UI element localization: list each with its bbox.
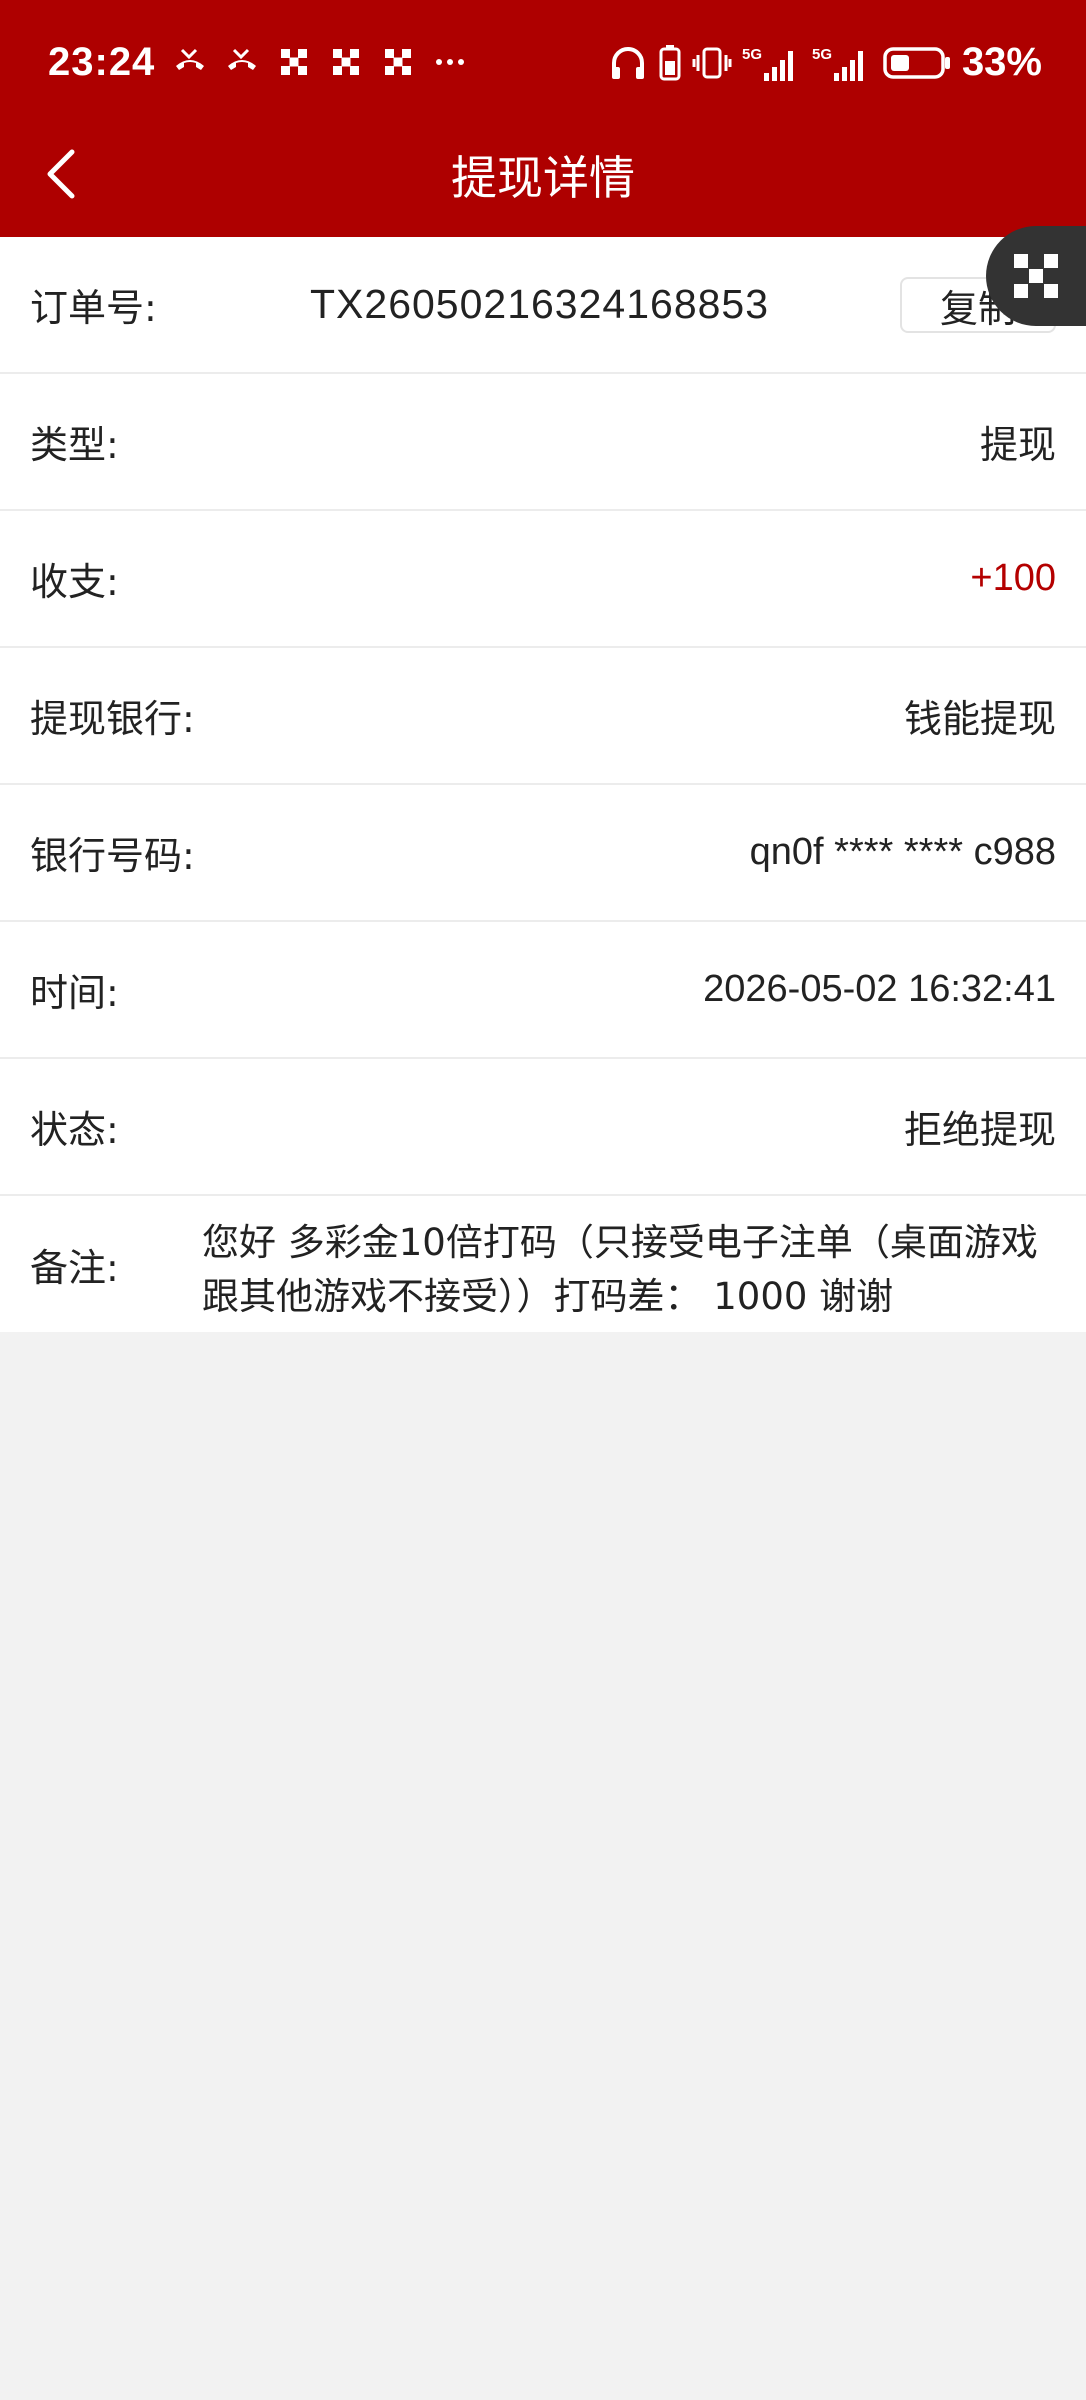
floating-qr-button[interactable] [986,226,1086,326]
qr-code-icon [1014,254,1058,298]
app-notification-icon [385,49,411,75]
app-notification-icon [281,49,307,75]
bank-number-row: 银行号码: qn0f **** **** c988 [0,785,1086,922]
remark-row: 备注: 您好 多彩金10倍打码（只接受电子注单（桌面游戏跟其他游戏不接受））打码… [0,1196,1086,1332]
signal-5g-icon: 5G [812,46,863,81]
page-title: 提现详情 [451,151,635,205]
bank-number-value: qn0f **** **** c988 [749,831,1056,873]
status-value: 拒绝提现 [903,1110,1056,1152]
amount-value: +100 [970,557,1056,599]
status-label: 状态: [30,1108,119,1152]
order-number-row: 订单号: TX26050216324168853 复制 [0,237,1086,374]
headphones-icon [611,46,644,79]
income-expense-row: 收支: +100 [0,511,1086,648]
small-battery-icon [659,44,681,80]
type-row: 类型: 提现 [0,374,1086,511]
order-number-label: 订单号: [30,286,157,330]
signal-5g-icon: 5G [742,46,793,81]
more-notifications-icon [436,59,464,65]
missed-call-icon [228,48,256,70]
app-header: 23:24 5G 5G 33% 提现详情 [0,0,1086,237]
battery-icon [883,46,950,79]
status-time: 23:24 [48,40,156,84]
status-row: 状态: 拒绝提现 [0,1059,1086,1196]
income-expense-label: 收支: [30,560,119,604]
time-row: 时间: 2026-05-02 16:32:41 [0,922,1086,1059]
app-notification-icon [333,49,359,75]
svg-text:5G: 5G [812,46,832,63]
time-value: 2026-05-02 16:32:41 [703,968,1056,1010]
order-number-value: TX26050216324168853 [310,281,770,327]
notification-icons [172,44,468,80]
withdrawal-bank-label: 提现银行: [30,697,195,741]
missed-call-icon [176,48,204,70]
svg-text:5G: 5G [742,46,762,63]
withdrawal-bank-row: 提现银行: 钱能提现 [0,648,1086,785]
battery-percent: 33% [961,40,1042,84]
remark-label: 备注: [30,1245,119,1290]
withdrawal-bank-value: 钱能提现 [903,699,1056,741]
remark-value: 您好 多彩金10倍打码（只接受电子注单（桌面游戏跟其他游戏不接受））打码差： 1… [202,1221,1038,1318]
withdrawal-detail-list: 订单号: TX26050216324168853 复制 类型: 提现 收支: +… [0,237,1086,1332]
time-label: 时间: [30,971,119,1015]
bank-number-label: 银行号码: [30,834,195,878]
type-value: 提现 [979,425,1056,467]
vibrate-icon [692,47,732,78]
system-status-icons: 5G 5G 33% [608,40,1042,85]
type-label: 类型: [30,423,119,467]
